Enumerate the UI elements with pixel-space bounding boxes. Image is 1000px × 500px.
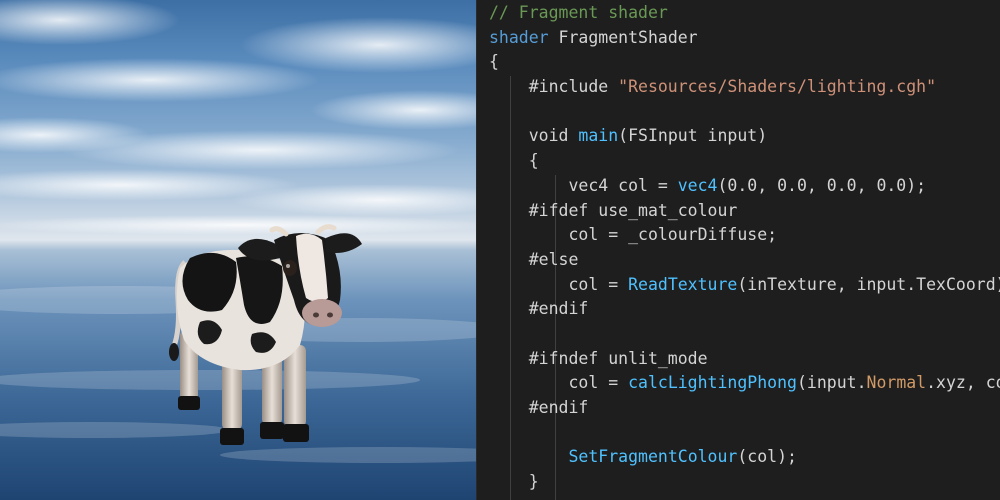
code-token-plain: { <box>489 52 499 72</box>
code-token-plain: (inTexture, input.TexCoord); <box>737 274 1000 294</box>
code-line[interactable]: #ifdef use_mat_colour <box>489 199 1000 224</box>
code-line[interactable]: col = _colourDiffuse; <box>489 223 1000 248</box>
code-line[interactable] <box>489 100 1000 125</box>
code-token-plain: (0.0, 0.0, 0.0, 0.0); <box>717 175 927 195</box>
code-token-function: calcLightingPhong <box>628 373 797 393</box>
code-token-function: SetFragmentColour <box>568 447 738 467</box>
code-line[interactable]: void main(FSInput input) <box>489 124 1000 149</box>
code-token-plain: col = _colourDiffuse; <box>489 225 778 245</box>
code-editor[interactable]: // Fragment shader shader FragmentShader{… <box>476 0 1000 500</box>
code-token-plain: #endif <box>489 398 589 417</box>
code-line[interactable] <box>489 322 1000 347</box>
code-token-function: vec4 <box>677 175 718 195</box>
code-token-plain: #ifndef unlit_mode <box>489 348 708 368</box>
code-line[interactable]: // Fragment shader <box>489 1 1000 26</box>
code-text[interactable]: // Fragment shader shader FragmentShader{… <box>489 0 1000 495</box>
scene-render <box>0 0 476 463</box>
code-line[interactable]: #endif <box>489 396 1000 421</box>
code-line[interactable]: col = ReadTexture(inTexture, input.TexCo… <box>489 273 1000 298</box>
code-token-string: "Resources/Shaders/lighting.cgh" <box>618 77 937 97</box>
code-token-keyword: shader <box>489 27 549 47</box>
code-line[interactable] <box>489 421 1000 446</box>
code-line[interactable]: shader FragmentShader <box>489 26 1000 51</box>
code-line[interactable]: #else <box>489 248 1000 273</box>
code-token-plain: #else <box>489 249 579 269</box>
code-token-plain: col = <box>489 373 629 393</box>
code-token-plain: .xyz, col); <box>926 373 1000 393</box>
code-token-comment: // Fragment shader <box>489 3 668 22</box>
code-token-plain: col = <box>489 274 629 294</box>
code-token-plain: #include <box>489 77 619 97</box>
code-token-plain: (col); <box>737 447 797 467</box>
code-token-function: main <box>578 126 619 146</box>
code-line[interactable]: vec4 col = vec4(0.0, 0.0, 0.0, 0.0); <box>489 174 1000 199</box>
code-token-plain: void <box>489 126 579 146</box>
code-token-plain: #ifdef use_mat_colour <box>489 200 738 220</box>
code-token-plain: { <box>489 151 539 171</box>
code-token-plain: vec4 col = <box>489 175 678 195</box>
code-line[interactable]: } <box>489 470 1000 495</box>
sky-clouds <box>0 0 476 235</box>
code-line[interactable]: col = calcLightingPhong(input.Normal.xyz… <box>489 371 1000 396</box>
render-viewport[interactable] <box>0 0 476 500</box>
code-token-function: ReadTexture <box>628 274 738 294</box>
code-token-plain: FragmentShader <box>548 27 698 47</box>
code-line[interactable]: #ifndef unlit_mode <box>489 347 1000 372</box>
code-line[interactable]: { <box>489 149 1000 174</box>
code-token-member: Normal <box>866 373 927 393</box>
code-line[interactable]: #include "Resources/Shaders/lighting.cgh… <box>489 75 1000 100</box>
code-token-plain: #endif <box>489 299 589 319</box>
code-line[interactable]: { <box>489 50 1000 75</box>
code-token-plain: } <box>489 472 539 492</box>
code-line[interactable]: #endif <box>489 297 1000 322</box>
code-token-plain: (input. <box>796 373 867 393</box>
code-token-plain: (FSInput input) <box>618 126 768 146</box>
code-line[interactable]: SetFragmentColour(col); <box>489 445 1000 470</box>
